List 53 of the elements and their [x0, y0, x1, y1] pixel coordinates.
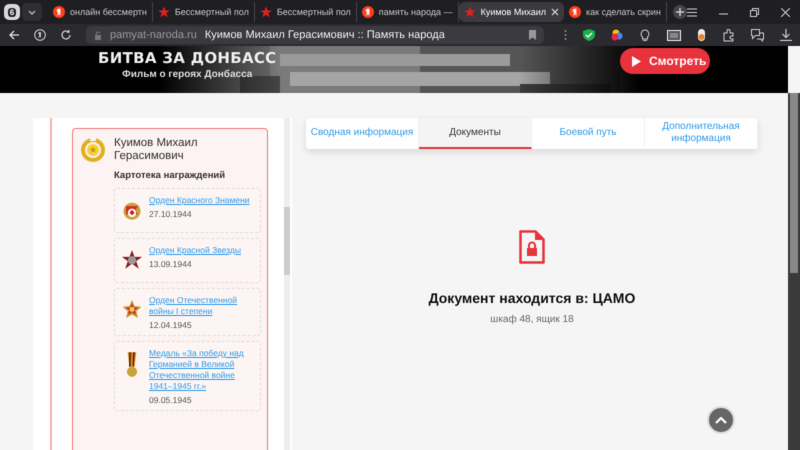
screen-icon[interactable] [667, 30, 681, 40]
browser-tab[interactable]: как сделать скрин [564, 2, 667, 22]
star-icon [260, 6, 272, 18]
scrollbar[interactable] [284, 118, 290, 450]
section-tab[interactable]: Документы [419, 118, 532, 149]
address-bar[interactable]: pamyat-naroda.ru Куимов Михаил Герасимович :: Память народа [86, 26, 544, 44]
play-icon [632, 56, 641, 66]
capsule-icon[interactable] [697, 29, 706, 41]
browser-tab[interactable]: память народа — [356, 2, 459, 22]
bookmark-icon[interactable] [529, 30, 536, 40]
banner-subtitle: Фильм о героях Донбасса [122, 69, 252, 80]
award-date: 09.05.1945 [149, 395, 193, 405]
award-date: 12.04.1945 [149, 320, 193, 330]
download-icon[interactable] [780, 29, 792, 41]
watch-button[interactable]: Смотреть [620, 48, 710, 74]
star-icon [464, 6, 476, 18]
yandex-logo-icon [53, 6, 65, 18]
close-icon[interactable] [551, 8, 560, 16]
yandex-logo-icon [569, 6, 582, 18]
award-date: 27.10.1944 [149, 209, 193, 219]
lightbulb-icon[interactable] [639, 28, 651, 42]
section-title: Картотека награждений [114, 170, 226, 181]
page-scrollbar[interactable] [788, 93, 800, 450]
storage-detail: шкаф 48, ящик 18 [490, 314, 574, 325]
person-name: Куимов Михаил Герасимович [114, 137, 199, 163]
chevron-up-icon [715, 416, 727, 424]
browser-tab[interactable]: Куимов Михаил [458, 2, 564, 22]
chat-icon[interactable] [751, 28, 764, 42]
puzzle-icon[interactable] [722, 28, 735, 42]
color-circles-icon[interactable] [611, 29, 623, 41]
close-icon[interactable] [781, 8, 790, 16]
locked-document-icon [518, 230, 545, 264]
medal-circle-icon [81, 137, 105, 162]
award-date: 13.09.1944 [149, 259, 193, 269]
chevron-down-icon[interactable] [28, 10, 36, 14]
scroll-top-button[interactable] [707, 406, 735, 434]
menu-icon[interactable] [687, 8, 697, 16]
yandex-logo-icon [362, 6, 374, 18]
more-icon[interactable] [564, 30, 567, 40]
plus-icon[interactable] [676, 8, 684, 16]
browser-tab[interactable]: Бессмертный пол [152, 2, 255, 22]
yandex-logo-icon[interactable] [34, 29, 46, 41]
tab-counter[interactable]: 6 [4, 4, 20, 20]
document-location: Документ находится в: ЦАМО [428, 290, 636, 306]
browser-tab[interactable]: онлайн бессмертн [48, 2, 153, 22]
lock-icon [94, 30, 102, 40]
restore-icon[interactable] [750, 8, 759, 16]
browser-tab[interactable]: Бессмертный пол [254, 2, 357, 22]
banner-title: БИТВА ЗА ДОНБАСС [98, 49, 276, 67]
shield-icon[interactable] [583, 29, 595, 41]
reload-icon[interactable] [60, 29, 72, 41]
star-icon [158, 6, 170, 18]
back-arrow-icon[interactable] [8, 29, 20, 41]
